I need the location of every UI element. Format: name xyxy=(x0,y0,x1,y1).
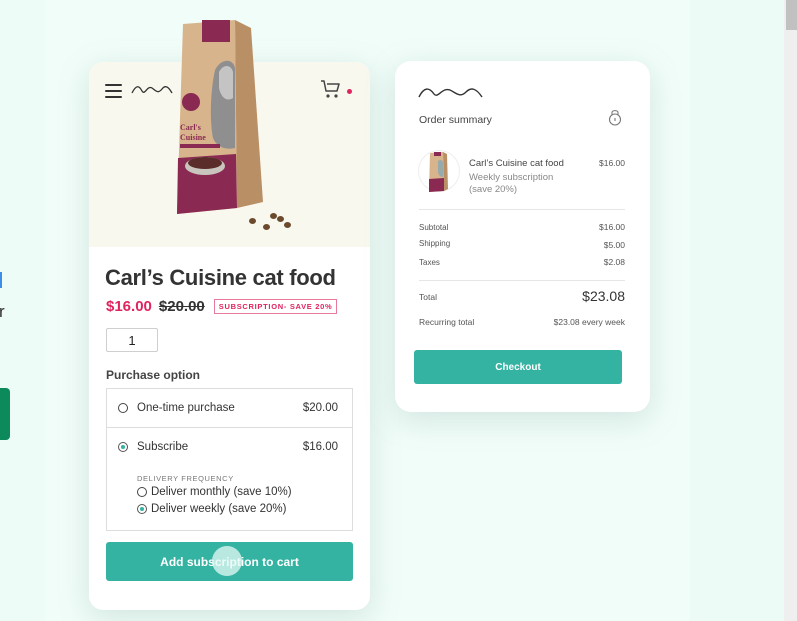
page-background-right xyxy=(690,0,784,621)
bag-brand-line1: Carl's xyxy=(180,123,201,132)
item-name: Carl’s Cuisine cat food xyxy=(469,158,564,169)
partial-green-button[interactable] xyxy=(0,388,10,440)
frequency-label: Deliver monthly (save 10%) xyxy=(151,486,292,498)
shipping-label: Shipping xyxy=(419,239,451,248)
recurring-total-label: Recurring total xyxy=(419,317,475,327)
option-one-time-purchase[interactable]: One-time purchase $20.00 xyxy=(107,389,352,428)
frequency-weekly[interactable]: Deliver weekly (save 20%) xyxy=(137,503,287,515)
divider xyxy=(419,280,625,281)
frequency-monthly[interactable]: Deliver monthly (save 10%) xyxy=(137,486,292,498)
radio-one-time[interactable] xyxy=(118,403,128,413)
kibble xyxy=(263,224,270,230)
hamburger-menu-icon[interactable] xyxy=(105,84,122,98)
item-thumbnail-image xyxy=(429,152,448,192)
item-detail: Weekly subscription xyxy=(469,172,554,183)
scrollbar-track[interactable] xyxy=(784,0,797,621)
purchase-options: One-time purchase $20.00 Subscribe $16.0… xyxy=(106,388,353,531)
item-detail: (save 20%) xyxy=(469,184,518,195)
kibble xyxy=(284,222,291,228)
delivery-frequency-label: DELIVERY FREQUENCY xyxy=(137,474,234,483)
taxes-label: Taxes xyxy=(419,258,440,267)
order-summary-title: Order summary xyxy=(419,114,492,126)
price-row: $16.00 $20.00 SUBSCRIPTION- SAVE 20% xyxy=(106,298,338,315)
item-price: $16.00 xyxy=(599,158,625,168)
kibble xyxy=(277,216,284,222)
frequency-label: Deliver weekly (save 20%) xyxy=(151,503,287,515)
shipping-value: $5.00 xyxy=(603,240,625,250)
taxes-value: $2.08 xyxy=(603,257,625,267)
wave-logo-icon xyxy=(418,88,483,98)
product-card: Carl's Cuisine Carl’s Cuisine cat food $… xyxy=(89,20,370,610)
total-label: Total xyxy=(419,292,437,302)
original-price: $20.00 xyxy=(158,298,205,315)
divider xyxy=(419,209,625,210)
lock-icon xyxy=(608,110,622,126)
partial-text: r xyxy=(0,302,5,321)
radio-subscribe[interactable] xyxy=(118,442,128,452)
option-price: $20.00 xyxy=(302,402,338,414)
kibble xyxy=(270,213,277,219)
cart-notification-dot xyxy=(347,89,352,94)
shopping-cart-icon[interactable] xyxy=(320,79,342,99)
touch-indicator xyxy=(212,546,242,576)
product-title: Carl’s Cuisine cat food xyxy=(105,265,336,290)
subscription-badge: SUBSCRIPTION- SAVE 20% xyxy=(213,299,338,314)
subtotal-value: $16.00 xyxy=(599,222,625,232)
subtotal-label: Subtotal xyxy=(419,223,449,232)
partial-link[interactable] xyxy=(0,272,2,288)
bag-brand-line2: Cuisine xyxy=(180,133,206,142)
recurring-total-value: $23.08 every week xyxy=(553,317,625,327)
product-image: Carl's Cuisine xyxy=(177,20,263,214)
checkout-button[interactable]: Checkout xyxy=(414,350,622,384)
scrollbar-thumb[interactable] xyxy=(786,0,797,30)
order-summary-card: Order summary Carl’s Cuisine cat food We… xyxy=(395,61,650,412)
quantity-input[interactable] xyxy=(106,328,158,352)
total-value: $23.08 xyxy=(582,288,625,304)
kibble xyxy=(249,218,256,224)
option-subscribe[interactable]: Subscribe $16.00 xyxy=(107,428,352,466)
wave-logo-icon[interactable] xyxy=(131,84,173,96)
option-label: One-time purchase xyxy=(137,402,235,414)
purchase-option-label: Purchase option xyxy=(106,368,201,382)
radio-weekly[interactable] xyxy=(137,504,147,514)
radio-monthly[interactable] xyxy=(137,487,147,497)
option-price: $16.00 xyxy=(302,441,338,453)
current-price: $16.00 xyxy=(106,298,152,315)
option-label: Subscribe xyxy=(137,441,189,453)
